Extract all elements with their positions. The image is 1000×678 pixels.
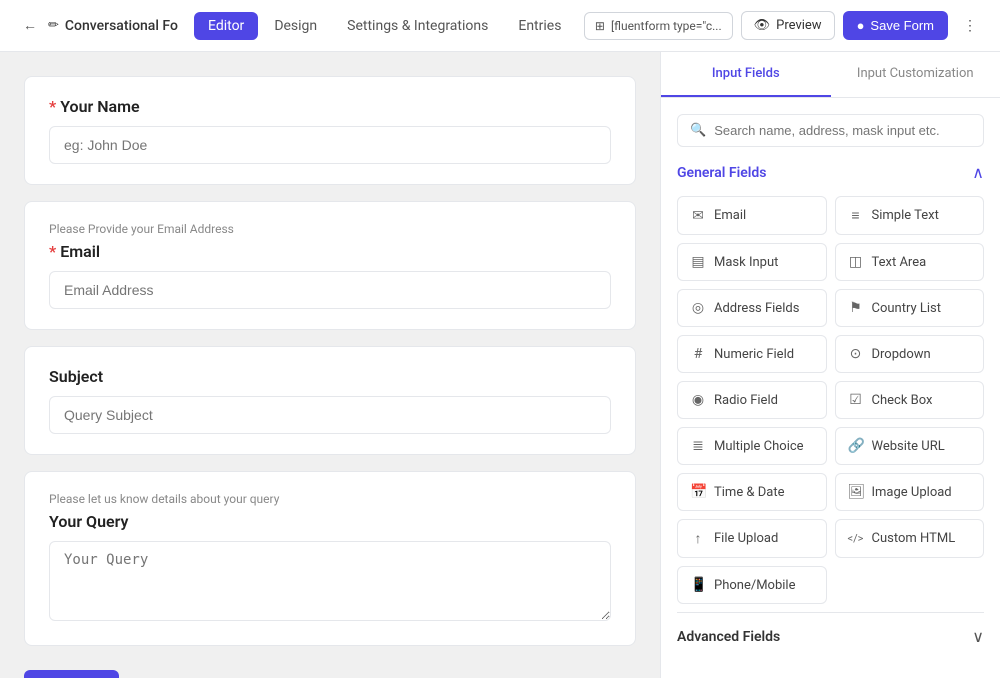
field-item-country-list[interactable]: ⚑ Country List xyxy=(835,289,985,327)
phone-mobile-icon: 📱 xyxy=(690,577,706,593)
subject-input[interactable] xyxy=(49,396,611,434)
field-item-email[interactable]: ✉ Email xyxy=(677,196,827,235)
required-indicator: * xyxy=(49,97,56,116)
subject-field-card[interactable]: Subject xyxy=(24,346,636,455)
email-field-icon: ✉ xyxy=(690,208,706,224)
shortcode-icon: ⊞ xyxy=(595,19,605,33)
numeric-field-icon: # xyxy=(690,346,706,362)
general-fields-title: General Fields xyxy=(677,165,766,181)
field-item-mask-input[interactable]: ▤ Mask Input xyxy=(677,243,827,281)
fields-grid: ✉ Email ≡ Simple Text ▤ Mask Input ◫ Tex… xyxy=(677,196,984,604)
query-field-card[interactable]: Please let us know details about your qu… xyxy=(24,471,636,646)
field-item-address-fields[interactable]: ◎ Address Fields xyxy=(677,289,827,327)
query-sublabel: Please let us know details about your qu… xyxy=(49,492,611,506)
field-item-check-box[interactable]: ☑ Check Box xyxy=(835,381,985,419)
submit-button[interactable]: Submit xyxy=(24,670,119,678)
general-fields-header: General Fields ∧ xyxy=(677,163,984,182)
name-field-card[interactable]: * Your Name xyxy=(24,76,636,185)
nav-tabs: Editor Design Settings & Integrations En… xyxy=(194,12,575,40)
field-item-numeric-field[interactable]: # Numeric Field xyxy=(677,335,827,373)
more-icon: ⋮ xyxy=(963,18,977,34)
tab-input-customization[interactable]: Input Customization xyxy=(831,52,1000,97)
time-date-icon: 📅 xyxy=(690,484,706,500)
radio-field-icon: ◉ xyxy=(690,392,706,408)
email-sublabel: Please Provide your Email Address xyxy=(49,222,611,236)
mask-input-icon: ▤ xyxy=(690,254,706,270)
field-item-custom-html[interactable]: </> Custom HTML xyxy=(835,519,985,558)
tab-settings[interactable]: Settings & Integrations xyxy=(333,12,502,40)
check-box-icon: ☑ xyxy=(848,392,864,408)
tab-entries[interactable]: Entries xyxy=(504,12,575,40)
simple-text-icon: ≡ xyxy=(848,207,864,224)
field-item-phone-mobile[interactable]: 📱 Phone/Mobile xyxy=(677,566,827,604)
email-field-card[interactable]: Please Provide your Email Address * Emai… xyxy=(24,201,636,330)
name-field-label: * Your Name xyxy=(49,97,611,116)
shortcode-button[interactable]: ⊞ [fluentform type="c... xyxy=(584,12,733,40)
back-icon: ← xyxy=(23,17,37,34)
fields-search-box[interactable]: 🔍 xyxy=(677,114,984,147)
country-list-icon: ⚑ xyxy=(848,300,864,316)
advanced-fields-title: Advanced Fields xyxy=(677,629,780,645)
form-editor-panel: * Your Name Please Provide your Email Ad… xyxy=(0,52,660,678)
custom-html-icon: </> xyxy=(848,532,864,545)
tab-input-fields[interactable]: Input Fields xyxy=(661,52,831,97)
field-item-website-url[interactable]: 🔗 Website URL xyxy=(835,427,985,465)
query-field-label: Your Query xyxy=(49,512,611,531)
query-textarea[interactable] xyxy=(49,541,611,621)
image-upload-icon: 🖼 xyxy=(848,484,864,500)
form-title: ✏ Conversational Form... xyxy=(48,18,178,34)
website-url-icon: 🔗 xyxy=(848,438,864,454)
right-panel-tabs: Input Fields Input Customization xyxy=(661,52,1000,98)
field-item-time-date[interactable]: 📅 Time & Date xyxy=(677,473,827,511)
field-item-simple-text[interactable]: ≡ Simple Text xyxy=(835,196,985,235)
general-fields-toggle[interactable]: ∧ xyxy=(972,163,984,182)
main-layout: * Your Name Please Provide your Email Ad… xyxy=(0,52,1000,678)
save-form-button[interactable]: ● Save Form xyxy=(843,11,948,40)
field-item-image-upload[interactable]: 🖼 Image Upload xyxy=(835,473,985,511)
eye-icon: 👁 xyxy=(754,18,771,33)
field-item-radio-field[interactable]: ◉ Radio Field xyxy=(677,381,827,419)
field-item-dropdown[interactable]: ⊙ Dropdown xyxy=(835,335,985,373)
subject-field-label: Subject xyxy=(49,367,611,386)
name-input[interactable] xyxy=(49,126,611,164)
email-input[interactable] xyxy=(49,271,611,309)
tab-editor[interactable]: Editor xyxy=(194,12,258,40)
top-navbar: ← ✏ Conversational Form... Editor Design… xyxy=(0,0,1000,52)
multiple-choice-icon: ≣ xyxy=(690,438,706,454)
back-button[interactable]: ← xyxy=(16,12,44,40)
input-fields-panel: Input Fields Input Customization 🔍 Gener… xyxy=(660,52,1000,678)
search-input[interactable] xyxy=(714,123,971,138)
field-item-file-upload[interactable]: ↑ File Upload xyxy=(677,519,827,558)
email-field-label: * Email xyxy=(49,242,611,261)
field-item-text-area[interactable]: ◫ Text Area xyxy=(835,243,985,281)
address-fields-icon: ◎ xyxy=(690,300,706,316)
required-indicator: * xyxy=(49,242,56,261)
more-options-button[interactable]: ⋮ xyxy=(956,12,984,40)
advanced-fields-toggle[interactable]: ∨ xyxy=(972,627,984,646)
file-upload-icon: ↑ xyxy=(690,530,706,547)
dropdown-icon: ⊙ xyxy=(848,346,864,362)
text-area-icon: ◫ xyxy=(848,254,864,270)
field-item-multiple-choice[interactable]: ≣ Multiple Choice xyxy=(677,427,827,465)
advanced-fields-section: Advanced Fields ∨ xyxy=(677,612,984,650)
right-panel-content: 🔍 General Fields ∧ ✉ Email ≡ Simple Text xyxy=(661,98,1000,678)
preview-button[interactable]: 👁 Preview xyxy=(741,11,835,40)
save-icon: ● xyxy=(857,18,865,33)
tab-design[interactable]: Design xyxy=(260,12,331,40)
search-icon: 🔍 xyxy=(690,123,706,138)
edit-icon: ✏ xyxy=(48,18,59,33)
nav-actions: ⊞ [fluentform type="c... 👁 Preview ● Sav… xyxy=(584,11,984,40)
